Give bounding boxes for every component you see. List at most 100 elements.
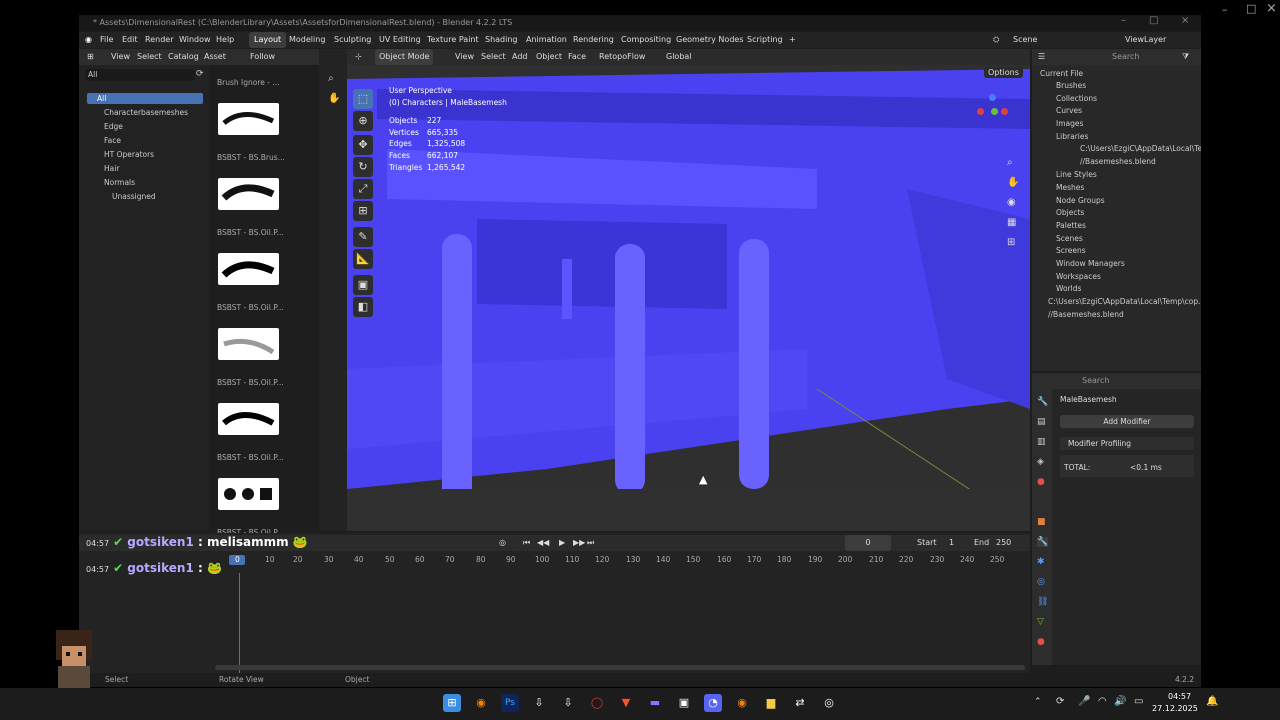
playhead[interactable] bbox=[239, 573, 240, 673]
tool-tab-icon[interactable]: 🔧 bbox=[1037, 397, 1048, 407]
outliner-item-blend-file-2[interactable]: //Basemeshes.blend bbox=[1048, 310, 1124, 319]
menu-window[interactable]: Window bbox=[179, 32, 211, 48]
refresh-icon[interactable]: ⟳ bbox=[196, 69, 204, 79]
outliner-item-library-path[interactable]: C:\Users\EzgiC\AppData\Local\Te... bbox=[1080, 144, 1201, 153]
viewport-menu-select[interactable]: Select bbox=[481, 49, 506, 65]
filter-icon[interactable]: ⧩ bbox=[1182, 49, 1189, 65]
end-frame-field[interactable]: 250 bbox=[996, 535, 1011, 551]
volume-icon[interactable]: 🔊 bbox=[1114, 696, 1126, 707]
object-mode-dropdown[interactable]: Object Mode bbox=[375, 49, 434, 65]
physics-tab-icon[interactable]: ◎ bbox=[1037, 577, 1045, 587]
modifier-profiling-panel[interactable]: Modifier Profiling bbox=[1060, 437, 1194, 450]
tab-shading[interactable]: Shading bbox=[480, 32, 523, 48]
menu-file[interactable]: File bbox=[100, 32, 113, 48]
scene-selector[interactable]: Scene bbox=[1013, 32, 1037, 48]
world-tab-icon[interactable]: ● bbox=[1037, 477, 1045, 487]
pan-view-icon[interactable]: ✋ bbox=[1007, 177, 1019, 188]
outliner-editor-icon[interactable]: ☰ bbox=[1038, 49, 1045, 65]
start-frame-field[interactable]: 1 bbox=[949, 535, 954, 551]
app-icon[interactable]: ▬ bbox=[646, 694, 664, 712]
asset-menu-select[interactable]: Select bbox=[137, 49, 162, 65]
catalog-item[interactable]: HT Operators bbox=[104, 150, 154, 159]
obs-app-icon[interactable]: ◎ bbox=[820, 694, 838, 712]
asset-menu-asset[interactable]: Asset bbox=[204, 49, 226, 65]
catalog-item[interactable]: Edge bbox=[104, 122, 123, 131]
outliner-item-temp-path[interactable]: C:\Users\EzgiC\AppData\Local\Temp\cop... bbox=[1048, 297, 1201, 306]
discord-app-icon[interactable]: ◔ bbox=[704, 694, 722, 712]
viewport-menu-face[interactable]: Face bbox=[568, 49, 586, 65]
viewport-editor-icon[interactable]: ⊹ bbox=[355, 49, 362, 65]
brave-app-icon[interactable]: ▼ bbox=[617, 694, 635, 712]
play-icon[interactable]: ▶ bbox=[559, 535, 565, 551]
app-icon[interactable]: ⇩ bbox=[559, 694, 577, 712]
outliner-root[interactable]: Current File bbox=[1040, 69, 1083, 78]
asset-menu-catalog[interactable]: Catalog bbox=[168, 49, 199, 65]
material-tab-icon[interactable]: ● bbox=[1037, 637, 1045, 647]
particles-tab-icon[interactable]: ✱ bbox=[1037, 557, 1045, 567]
render-tab-icon[interactable]: ▤ bbox=[1037, 417, 1046, 427]
current-frame-field[interactable]: 0 bbox=[845, 535, 891, 551]
record-icon[interactable]: ◎ bbox=[499, 535, 506, 551]
photoshop-app-icon[interactable]: Ps bbox=[501, 694, 519, 712]
orientation-dropdown[interactable]: Global bbox=[666, 49, 692, 65]
blender-logo-icon[interactable]: ◉ bbox=[85, 32, 92, 48]
tab-layout[interactable]: Layout bbox=[249, 32, 287, 48]
add-cube-tool-icon[interactable]: ▣ bbox=[353, 275, 373, 295]
tab-scripting[interactable]: Scripting bbox=[742, 32, 788, 48]
menu-help[interactable]: Help bbox=[216, 32, 234, 48]
outliner-item-blend-file[interactable]: //Basemeshes.blend bbox=[1080, 157, 1156, 166]
editor-type-icon[interactable]: ⊞ bbox=[87, 49, 94, 65]
viewport-3d[interactable]: ⊹ Object Mode View Select Add Object Fac… bbox=[347, 49, 1030, 531]
outliner-item-palettes[interactable]: Palettes bbox=[1056, 221, 1086, 230]
outliner-item-curves[interactable]: Curves bbox=[1056, 106, 1082, 115]
opera-app-icon[interactable]: ◯ bbox=[588, 694, 606, 712]
scale-tool-icon[interactable]: ⤢ bbox=[353, 179, 373, 199]
jump-end-icon[interactable]: ⏭ bbox=[587, 535, 594, 551]
outliner-item-objects[interactable]: Objects bbox=[1056, 208, 1084, 217]
outliner-item-images[interactable]: Images bbox=[1056, 119, 1083, 128]
catalog-item[interactable]: Unassigned bbox=[112, 192, 156, 201]
add-workspace-button[interactable]: + bbox=[789, 32, 796, 48]
viewport-menu-add[interactable]: Add bbox=[512, 49, 528, 65]
outliner-search[interactable]: Search bbox=[1112, 49, 1139, 65]
clock-date[interactable]: 27.12.2025 bbox=[1152, 704, 1198, 713]
navigation-gizmo[interactable] bbox=[977, 94, 1008, 124]
options-dropdown[interactable]: Options bbox=[984, 67, 1023, 78]
outliner-item-scenes[interactable]: Scenes bbox=[1056, 234, 1083, 243]
properties-search[interactable]: Search bbox=[1082, 373, 1109, 389]
catalog-item[interactable]: Normals bbox=[104, 178, 135, 187]
output-tab-icon[interactable]: ▥ bbox=[1037, 437, 1046, 447]
viewport-menu-view[interactable]: View bbox=[455, 49, 474, 65]
constraints-tab-icon[interactable]: ⛓ bbox=[1037, 597, 1048, 607]
add-modifier-button[interactable]: Add Modifier bbox=[1060, 415, 1194, 428]
object-tab-icon[interactable]: ■ bbox=[1037, 517, 1046, 527]
scene-tab-icon[interactable]: ◈ bbox=[1037, 457, 1044, 467]
outliner-item-line-styles[interactable]: Line Styles bbox=[1056, 170, 1097, 179]
maximize-button[interactable]: □ bbox=[1149, 15, 1158, 26]
camera-view-icon[interactable]: ◉ bbox=[1007, 197, 1016, 208]
menu-edit[interactable]: Edit bbox=[122, 32, 138, 48]
zoom-icon[interactable]: ⌕ bbox=[328, 73, 334, 84]
retopoflow-menu[interactable]: RetopoFlow bbox=[599, 49, 645, 65]
annotate-tool-icon[interactable]: ✎ bbox=[353, 227, 373, 247]
outliner-item-node-groups[interactable]: Node Groups bbox=[1056, 196, 1105, 205]
tab-texture-paint[interactable]: Texture Paint bbox=[422, 32, 484, 48]
battery-icon[interactable]: ▭ bbox=[1134, 696, 1143, 707]
notification-icon[interactable]: 🔔 bbox=[1206, 696, 1218, 707]
grid-view-icon[interactable]: ⊞ bbox=[1007, 237, 1015, 248]
zoom-view-icon[interactable]: ⌕ bbox=[1007, 157, 1013, 168]
tray-app-icon[interactable]: ⟳ bbox=[1056, 696, 1064, 707]
outliner-item-libraries[interactable]: Libraries bbox=[1056, 132, 1088, 141]
jump-start-icon[interactable]: ⏮ bbox=[523, 535, 530, 551]
viewport-menu-object[interactable]: Object bbox=[536, 49, 562, 65]
outliner-item-screens[interactable]: Screens bbox=[1056, 246, 1086, 255]
prev-keyframe-icon[interactable]: ◀◀ bbox=[537, 535, 549, 551]
tab-compositing[interactable]: Compositing bbox=[616, 32, 676, 48]
asset-menu-view[interactable]: View bbox=[111, 49, 130, 65]
add-object-tool-icon[interactable]: ◧ bbox=[353, 297, 373, 317]
outliner-item-brushes[interactable]: Brushes bbox=[1056, 81, 1086, 90]
measure-tool-icon[interactable]: 📐 bbox=[353, 249, 373, 269]
app-icon[interactable]: ⇩ bbox=[530, 694, 548, 712]
catalog-all[interactable]: All bbox=[87, 93, 203, 104]
outer-minimize-button[interactable]: – bbox=[1222, 3, 1228, 16]
